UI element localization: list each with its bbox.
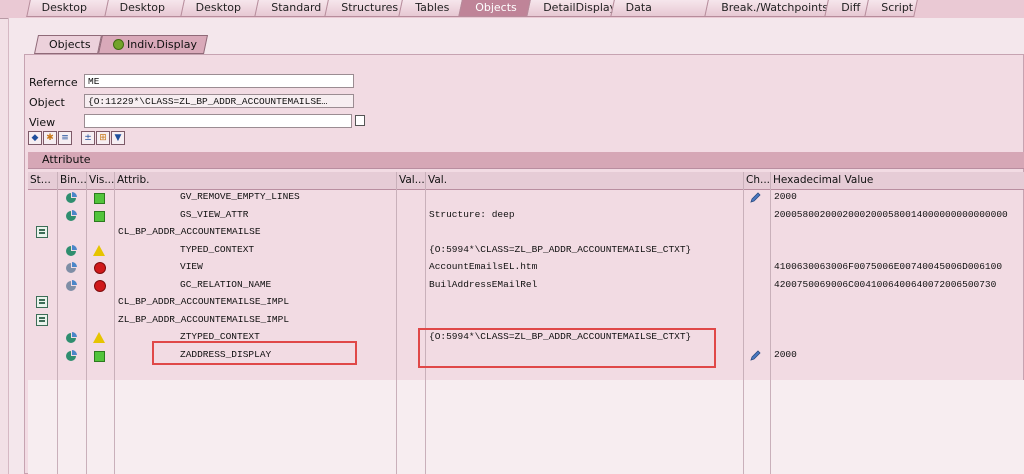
filter-settings-icon[interactable]: ≡ — [58, 131, 72, 145]
top-tab-label: Script — [881, 1, 914, 14]
structure-icon — [36, 313, 48, 326]
binding-icon — [65, 192, 77, 203]
top-tab-label: Diff — [841, 1, 861, 14]
table-empty-area — [28, 380, 1024, 474]
structure-icon — [36, 226, 48, 238]
public-visibility-icon — [94, 210, 105, 222]
hex-value: 4100630063006F0075006E00740045006D006100 — [774, 261, 1003, 272]
top-tab-detaildisplay[interactable]: DetailDisplay — [526, 0, 616, 17]
attrib-name[interactable]: VIEW — [180, 261, 203, 272]
attrib-value[interactable]: BuilAddressEMailRel — [429, 279, 741, 290]
top-tab-desktop-2[interactable]: Desktop 2 — [104, 0, 186, 29]
subtab-indiv-display-label: Indiv.Display — [127, 38, 197, 51]
col-val[interactable]: Val. — [428, 174, 447, 186]
attrib-value[interactable]: {O:5994*\CLASS=ZL_BP_ADDR_ACCOUNTEMAILSE… — [429, 244, 741, 255]
hex-value: 2000 — [774, 348, 797, 360]
top-tab-label: Objects — [475, 1, 517, 14]
view-input[interactable] — [84, 114, 352, 128]
binding-icon — [65, 332, 77, 343]
attrib-name[interactable]: GC_RELATION_NAME — [180, 279, 271, 290]
top-tab-script[interactable]: Script — [864, 0, 918, 17]
reference-label: Refernce — [29, 76, 78, 89]
table-row[interactable]: GC_RELATION_NAME BuilAddressEMailRel 42007… — [28, 278, 1024, 295]
top-tab-break-watchpoints[interactable]: Break./Watchpoints — [704, 0, 830, 17]
hex-value: 2000580020002000200058001400000000000000… — [774, 208, 1008, 220]
status-dot-icon — [113, 39, 124, 50]
hex-value: 4200750069006C0041006400640072006500730 — [774, 278, 997, 290]
col-hex-value[interactable]: Hexadecimal Value — [773, 174, 873, 186]
private-visibility-icon — [94, 262, 106, 274]
attrib-value[interactable]: Structure: deep — [429, 209, 741, 220]
top-tab-label: Standard — [271, 1, 322, 14]
attribute-section-title: Attribute — [42, 153, 91, 166]
col-changeable[interactable]: Ch... — [746, 174, 770, 186]
col-val-short[interactable]: Val... — [399, 174, 425, 186]
table-row[interactable]: CL_BP_ADDR_ACCOUNTEMAILSE — [28, 225, 1024, 242]
col-visibility[interactable]: Vis... — [89, 174, 114, 186]
col-attrib[interactable]: Attrib. — [117, 174, 149, 186]
table-row[interactable]: ZL_BP_ADDR_ACCOUNTEMAILSE_IMPL — [28, 313, 1024, 330]
top-tab-standard[interactable]: Standard — [254, 0, 330, 17]
expand-tree-icon[interactable]: ± — [81, 131, 95, 145]
top-tab-objects[interactable]: Objects — [458, 0, 532, 17]
subtab-indiv-display[interactable]: Indiv.Display — [97, 35, 209, 54]
binding-icon — [65, 279, 77, 291]
funnel-filter-icon[interactable]: ▼ — [111, 131, 125, 145]
object-input[interactable]: {O:11229*\CLASS=ZL_BP_ADDR_ACCOUNTEMAILS… — [84, 94, 354, 108]
ztyped-context-highlight — [152, 341, 357, 365]
protected-visibility-icon — [93, 332, 105, 343]
tag-icon[interactable]: ◆ — [28, 131, 42, 145]
pencil-edit-icon[interactable] — [749, 192, 761, 204]
table-row[interactable]: VIEW AccountEmailsEL.htm 4100630063006F007… — [28, 260, 1024, 277]
table-row[interactable]: GS_VIEW_ATTR Structure: deep 2000580020002… — [28, 208, 1024, 225]
reference-input[interactable]: ME — [84, 74, 354, 88]
top-tab-label: Structures — [341, 1, 399, 14]
top-tab-desktop-3[interactable]: Desktop 3 — [180, 0, 260, 29]
top-tab-structures[interactable]: Structures — [324, 0, 404, 17]
attrib-name[interactable]: CL_BP_ADDR_ACCOUNTEMAILSE_IMPL — [118, 296, 289, 307]
top-tab-label: Tables — [415, 1, 450, 14]
protected-visibility-icon — [93, 244, 105, 256]
binding-icon — [65, 349, 77, 361]
top-tab-diff[interactable]: Diff — [824, 0, 870, 17]
attrib-name[interactable]: TYPED_CONTEXT — [180, 244, 254, 255]
attribute-section-header: Attribute — [28, 152, 1024, 169]
subtab-objects[interactable]: Objects — [33, 35, 103, 54]
object-label: Object — [29, 96, 65, 109]
gear-icon[interactable]: ✱ — [43, 131, 57, 145]
top-tab-label: Break./Watchpoints — [721, 1, 829, 14]
table-row[interactable]: CL_BP_ADDR_ACCOUNTEMAILSE_IMPL — [28, 295, 1024, 312]
view-label: View — [29, 116, 56, 129]
top-tab-desktop-1[interactable]: Desktop 1 — [26, 0, 110, 29]
pencil-edit-icon[interactable] — [749, 349, 761, 362]
attrib-name[interactable]: GV_REMOVE_EMPTY_LINES — [180, 191, 300, 202]
structure-icon — [36, 296, 48, 308]
table-row[interactable]: TYPED_CONTEXT {O:5994*\CLASS=ZL_BP_ADDR_A… — [28, 243, 1024, 260]
top-tab-data-explorer[interactable]: Data Explorer — [610, 0, 710, 29]
top-tab-label: DetailDisplay — [543, 1, 617, 14]
binding-icon — [65, 209, 77, 221]
col-status[interactable]: St... — [30, 174, 51, 186]
binding-icon — [65, 244, 77, 256]
subtab-objects-label: Objects — [49, 38, 91, 51]
table-row[interactable]: GV_REMOVE_EMPTY_LINES 2000 — [28, 190, 1024, 207]
attrib-value[interactable]: AccountEmailsEL.htm — [429, 261, 741, 272]
hierarchy-icon[interactable]: ⊞ — [96, 131, 110, 145]
private-visibility-icon — [94, 279, 106, 292]
attribute-table: St... Bin... Vis... Attrib. Val... Val. … — [28, 172, 1024, 474]
top-tab-strip: Desktop 1Desktop 2Desktop 3 Standard Struc… — [0, 0, 1024, 29]
attrib-name[interactable]: CL_BP_ADDR_ACCOUNTEMAILSE — [118, 226, 261, 237]
ztyped-context-value-highlight — [418, 328, 716, 368]
view-value-help-icon[interactable] — [355, 115, 365, 126]
public-visibility-icon — [94, 350, 105, 362]
binding-icon — [65, 262, 77, 273]
top-tab-tables[interactable]: Tables — [398, 0, 464, 17]
hex-value: 2000 — [774, 191, 797, 202]
attrib-name[interactable]: GS_VIEW_ATTR — [180, 209, 248, 220]
col-binding[interactable]: Bin... — [60, 174, 87, 186]
table-header: St... Bin... Vis... Attrib. Val... Val. … — [28, 172, 1024, 190]
public-visibility-icon — [94, 193, 105, 204]
attrib-name[interactable]: ZL_BP_ADDR_ACCOUNTEMAILSE_IMPL — [118, 314, 289, 325]
